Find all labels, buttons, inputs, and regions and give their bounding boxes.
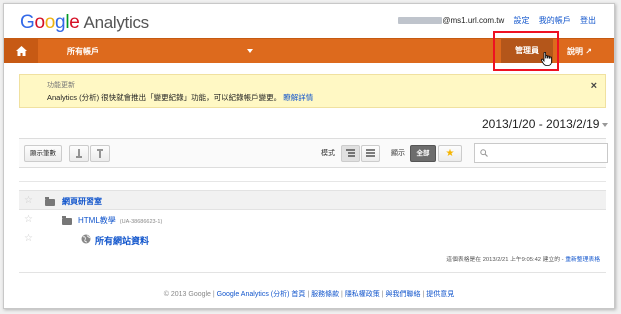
app-window: Google Analytics @ms1.url.com.tw 設定 我的帳戶 … (3, 3, 615, 309)
footer-link-terms[interactable]: 服務條款 (311, 291, 339, 298)
hand-cursor-icon (541, 52, 552, 66)
copyright: © 2013 Google | (163, 291, 215, 298)
date-range-text: 2013/1/20 - 2013/2/19 (482, 117, 600, 131)
main-nav: 所有帳戶 管理員 說明 ↗ (4, 38, 614, 63)
sort-up-icon (76, 149, 82, 158)
updated-text: 這個表格是在 2013/2/21 上午9:05:42 建立的 - (446, 257, 564, 263)
logo-analytics-text: Analytics (83, 13, 150, 32)
footer-link-contact[interactable]: 與我們聯絡 (386, 291, 421, 298)
feature-update-notice: 功能更新 Analytics (分析) 很快就會推出「變更紀錄」功能，可以紀錄帳… (19, 74, 606, 108)
list-icon (366, 149, 375, 157)
property-name-row[interactable]: HTML教學 (UA-38686623-1) (78, 215, 162, 226)
chevron-down-icon[interactable] (247, 49, 253, 53)
top-header: Google Analytics @ms1.url.com.tw 設定 我的帳戶 … (4, 4, 614, 38)
divider (19, 181, 606, 182)
star-outline-icon[interactable]: ☆ (24, 233, 33, 244)
sign-out-link[interactable]: 登出 (580, 16, 596, 25)
learn-more-link[interactable]: 瞭解詳情 (283, 93, 313, 102)
property-row[interactable]: ☆ HTML教學 (UA-38686623-1) (19, 210, 606, 230)
user-email: @ms1.url.com.tw (442, 16, 505, 25)
star-outline-icon[interactable]: ☆ (24, 214, 33, 225)
list-view-button[interactable] (361, 145, 380, 162)
footer: © 2013 Google | Google Analytics (分析) 首頁… (163, 291, 455, 298)
google-analytics-logo[interactable]: Google Analytics (20, 12, 149, 34)
starred-filter-button[interactable]: ★ (438, 145, 462, 162)
notice-text-row: Analytics (分析) 很快就會推出「變更紀錄」功能，可以紀錄帳戶變更。 … (47, 92, 313, 103)
date-range-picker[interactable]: 2013/1/20 - 2013/2/19 (482, 117, 609, 131)
help-link[interactable]: 說明 ↗ (567, 46, 592, 57)
star-icon: ★ (445, 148, 455, 159)
display-label: 顯示 (391, 150, 405, 157)
globe-icon (81, 234, 91, 244)
redacted-username (398, 17, 443, 25)
settings-link[interactable]: 設定 (514, 16, 530, 25)
group-row[interactable]: ☆ 網頁研習室 (19, 190, 606, 210)
notice-title: 功能更新 (47, 82, 75, 89)
mode-label: 模式 (321, 150, 335, 157)
table-toolbar: 顯示筆數 模式 顯示 全部 ★ (19, 138, 608, 168)
footer-link-feedback[interactable]: 提供意見 (426, 291, 454, 298)
footer-divider (19, 272, 606, 273)
profile-name[interactable]: 所有網站資料 (95, 234, 149, 247)
folder-icon (62, 216, 72, 225)
property-id: (UA-38686623-1) (119, 219, 163, 225)
help-label: 說明 (567, 47, 583, 56)
folder-icon (45, 197, 55, 206)
account-selector[interactable]: 所有帳戶 (67, 46, 99, 57)
notice-text: Analytics (分析) 很快就會推出「變更紀錄」功能，可以紀錄帳戶變更。 (47, 93, 282, 102)
property-name: HTML教學 (78, 216, 116, 225)
chevron-down-icon (602, 122, 609, 127)
table-updated-note: 這個表格是在 2013/2/21 上午9:05:42 建立的 - 重新整理表格 (446, 254, 600, 263)
sort-down-icon (97, 149, 103, 158)
close-icon[interactable]: × (591, 80, 597, 92)
home-button[interactable] (4, 39, 38, 63)
show-all-button[interactable]: 全部 (410, 145, 436, 162)
profile-row[interactable]: ☆ 所有網站資料 (19, 229, 606, 249)
sort-descending-button[interactable] (90, 145, 110, 162)
search-icon (480, 149, 488, 157)
show-rows-button[interactable]: 顯示筆數 (24, 145, 62, 162)
footer-link-privacy[interactable]: 隱私權政策 (345, 291, 380, 298)
refresh-table-link[interactable]: 重新整理表格 (565, 257, 600, 263)
group-name[interactable]: 網頁研習室 (62, 196, 102, 207)
tree-view-button[interactable] (341, 145, 360, 162)
my-account-link[interactable]: 我的帳戶 (539, 16, 571, 25)
footer-link-home[interactable]: Google Analytics (分析) 首頁 (217, 291, 306, 298)
external-link-icon: ↗ (585, 47, 592, 56)
sort-ascending-button[interactable] (69, 145, 89, 162)
star-outline-icon[interactable]: ☆ (24, 195, 33, 206)
logo-google-text: Google (20, 12, 80, 33)
search-input[interactable] (474, 143, 608, 163)
tree-list-icon (346, 149, 355, 157)
user-links: @ms1.url.com.tw 設定 我的帳戶 登出 (398, 15, 596, 26)
home-icon (15, 46, 27, 56)
